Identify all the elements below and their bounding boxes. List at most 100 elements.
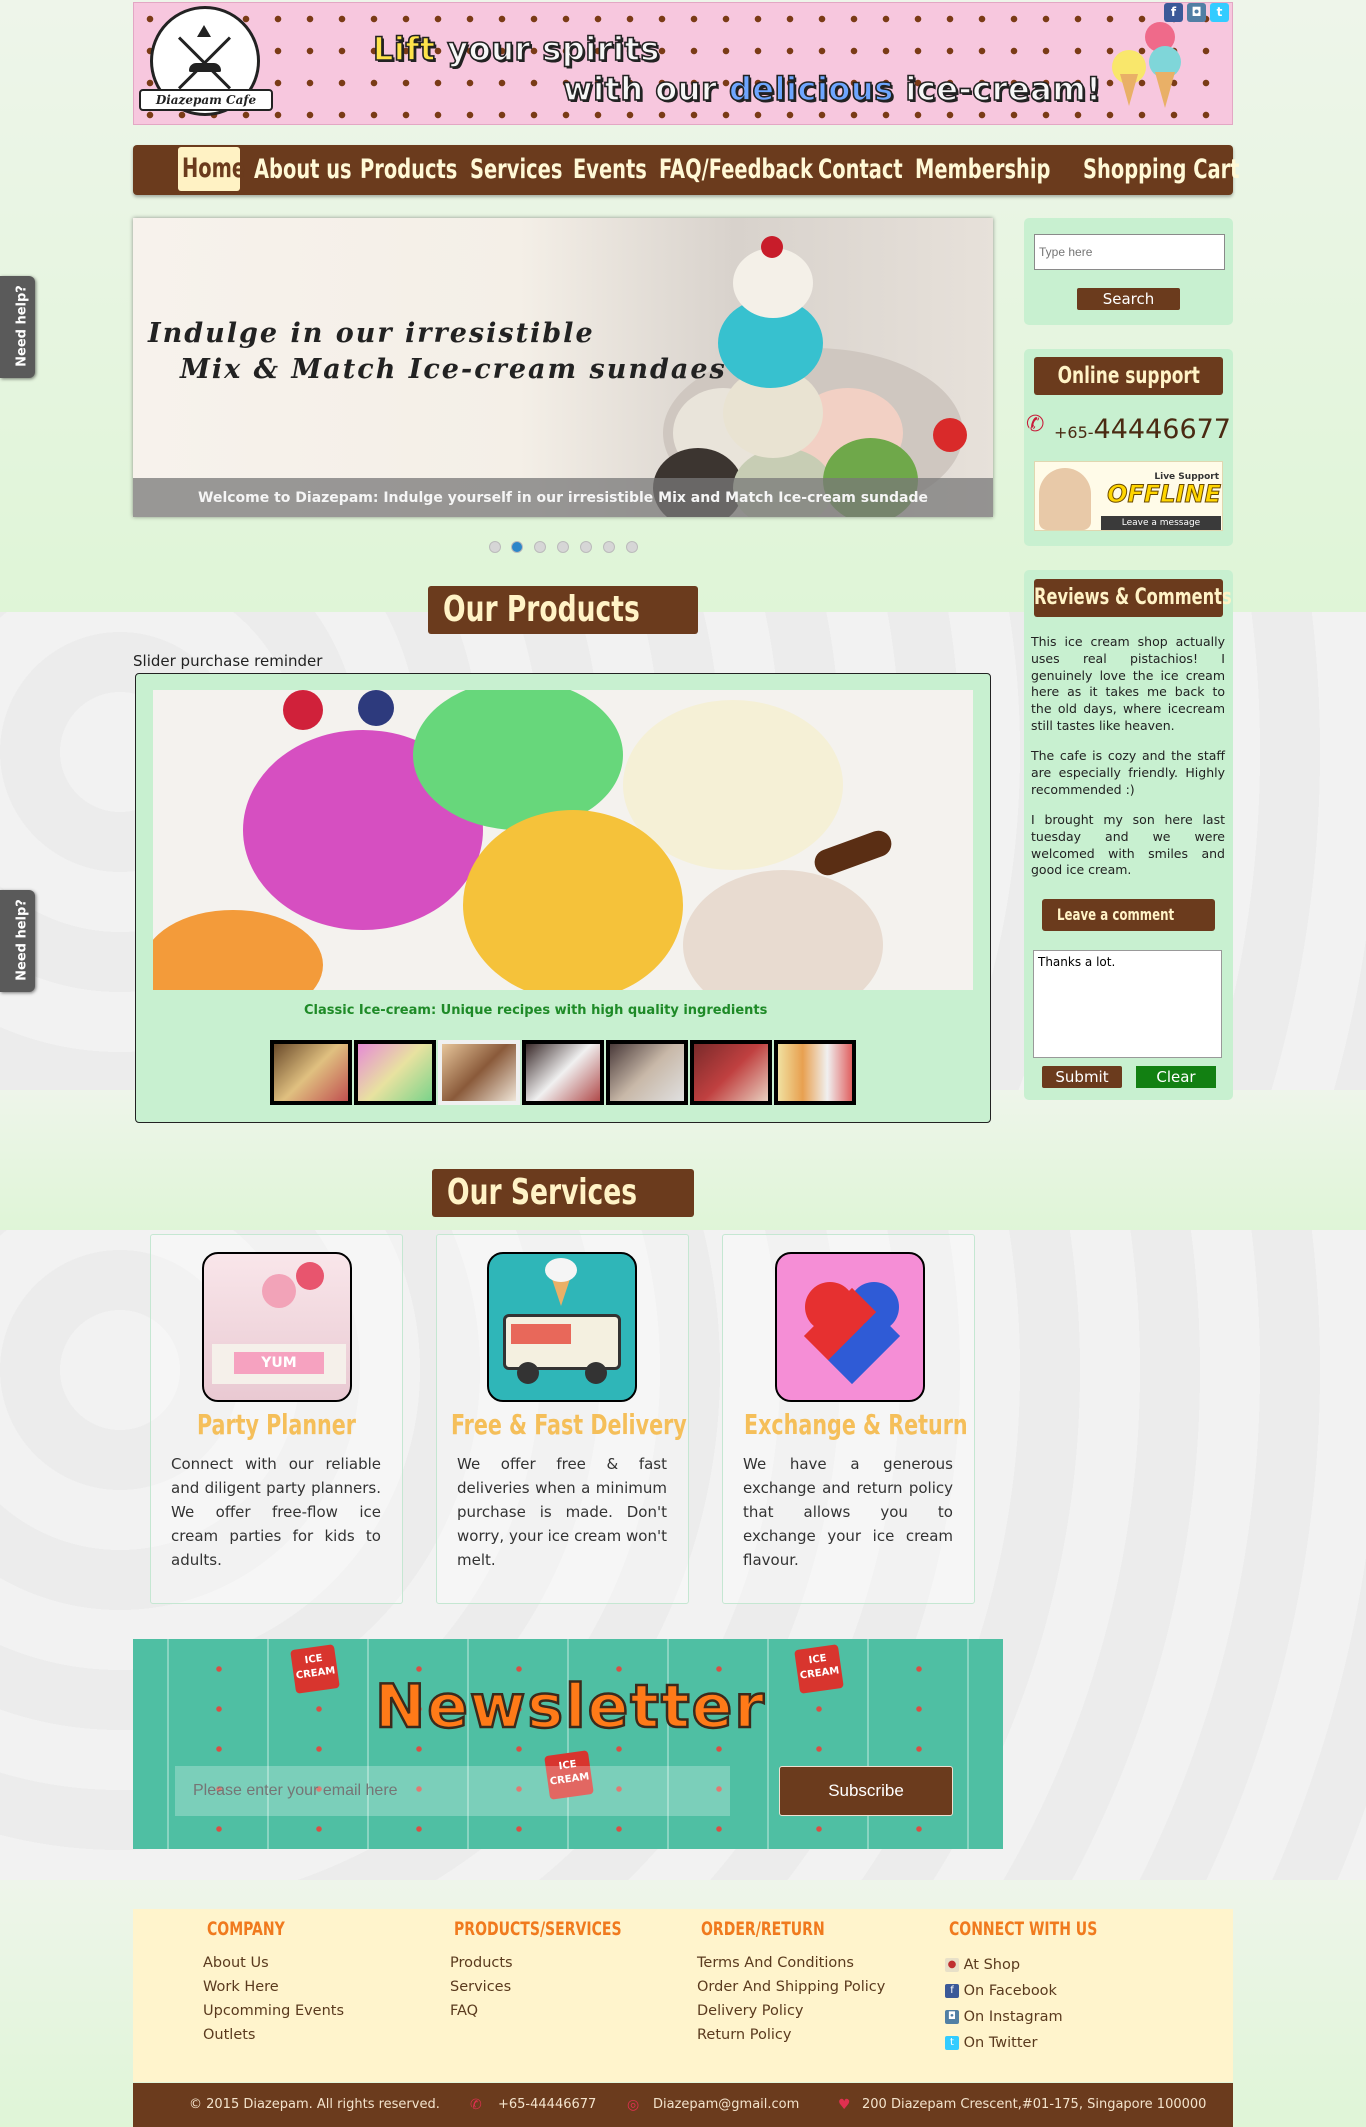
instagram-icon[interactable]: ◘ [1187, 3, 1206, 22]
need-help-tab-2[interactable]: Need help? [0, 890, 35, 992]
footer-heading-company: COMPANY [207, 1918, 285, 1940]
search-input[interactable] [1034, 234, 1225, 270]
whipped-cream [733, 248, 813, 318]
footer-link-terms[interactable]: Terms And Conditions [697, 1951, 854, 1975]
submit-comment-button[interactable]: Submit [1042, 1066, 1122, 1088]
raspberry [283, 690, 323, 730]
online-support-title: Online support [1034, 357, 1223, 395]
service-title-exchange: Exchange & Return [744, 1408, 968, 1441]
apricot [153, 910, 323, 990]
footer-phone-icon: ✆ [470, 2097, 482, 2113]
footer-link-products[interactable]: Products [450, 1951, 513, 1975]
slider-dot-1[interactable] [489, 541, 501, 553]
tagline-line-2: with our delicious ice-cream! [562, 69, 1102, 109]
products-caption: Classic Ice-cream: Unique recipes with h… [304, 1003, 768, 1018]
services-section-title: Our Services [432, 1169, 694, 1217]
twitter-icon[interactable]: t [1210, 3, 1229, 22]
footer-link-faq[interactable]: FAQ [450, 1999, 478, 2023]
ice-cream-sticker-1: ICE CREAM [290, 1644, 340, 1694]
exchange-heart-image [775, 1252, 925, 1402]
newsletter-email-input[interactable] [175, 1766, 730, 1816]
newsletter-panel: ICE CREAM ICE CREAM ICE CREAM [133, 1639, 1003, 1849]
footer-link-shipping[interactable]: Order And Shipping Policy [697, 1975, 885, 1999]
hero-headline-2: Mix & Match Ice-cream sundaes [180, 354, 727, 385]
products-slider-image[interactable] [153, 690, 973, 990]
product-thumbnail-5[interactable] [606, 1040, 688, 1105]
scoop-chocolate-chip [683, 870, 883, 990]
clear-comment-button[interactable]: Clear [1136, 1066, 1216, 1088]
service-title-delivery: Free & Fast Delivery [451, 1408, 687, 1441]
delivery-truck-image [487, 1252, 637, 1402]
service-text-exchange: We have a generous exchange and return p… [743, 1455, 953, 1569]
slider-dot-7[interactable] [626, 541, 638, 553]
footer-heading-products: PRODUCTS/SERVICES [454, 1918, 622, 1940]
ice-cream-sticker-2: ICE CREAM [794, 1644, 844, 1694]
brand-logo[interactable]: Diazepam Cafe [139, 6, 273, 116]
footer-link-work-here[interactable]: Work Here [203, 1975, 279, 1999]
need-help-tab[interactable]: Need help? [0, 276, 35, 378]
service-text-delivery: We offer free & fast deliveries when a m… [457, 1455, 667, 1569]
ice-cream-cone-icon [1145, 22, 1185, 110]
slider-dot-2[interactable] [511, 541, 523, 553]
review-1: This ice cream shop actually uses real p… [1031, 634, 1225, 733]
footer-link-at-shop[interactable]: ● At Shop [945, 1953, 1020, 1977]
footer-link-instagram[interactable]: ◘ On Instagram [945, 2005, 1063, 2029]
footer-link-return[interactable]: Return Policy [697, 2023, 791, 2047]
products-section-title: Our Products [428, 586, 698, 634]
slider-label: Slider purchase reminder [133, 652, 323, 670]
search-button[interactable]: Search [1077, 288, 1180, 310]
support-agent-image [1039, 468, 1091, 530]
footer-link-delivery[interactable]: Delivery Policy [697, 1999, 804, 2023]
service-text-party-planner: Connect with our reliable and diligent p… [171, 1455, 381, 1569]
footer-link-outlets[interactable]: Outlets [203, 2023, 255, 2047]
twitter-icon: t [945, 2036, 959, 2050]
nav-shopping-cart[interactable]: Shopping Cart [1083, 145, 1300, 195]
footer-heading-order: ORDER/RETURN [701, 1918, 825, 1940]
leave-comment-button[interactable]: Leave a comment [1042, 899, 1215, 931]
footer-location-icon: ♥ [838, 2097, 851, 2113]
product-thumbnail-4[interactable] [522, 1040, 604, 1105]
copyright: © 2015 Diazepam. All rights reserved. [189, 2097, 440, 2112]
hero-headline-1: Indulge in our irresistible [148, 318, 595, 349]
phone-icon: ✆ [1026, 412, 1045, 437]
subscribe-button[interactable]: Subscribe [779, 1766, 953, 1816]
badge-offline: OFFLINE [1107, 480, 1222, 509]
scoop-mint [413, 690, 623, 830]
footer-address: 200 Diazepam Crescent,#01-175, Singapore… [862, 2097, 1207, 2112]
logo-text: Diazepam Cafe [139, 89, 273, 111]
product-thumbnail-3[interactable] [438, 1040, 520, 1105]
nav-home[interactable]: Home [178, 147, 245, 191]
cherry [761, 236, 783, 258]
tagline-line-1: Lift your spirits [372, 29, 660, 69]
footer-link-services[interactable]: Services [450, 1975, 511, 1999]
comment-textarea[interactable]: Thanks a lot. [1033, 950, 1222, 1058]
review-2: The cafe is cozy and the staff are espec… [1031, 748, 1225, 797]
slider-dot-4[interactable] [557, 541, 569, 553]
heart-handshake-icon [803, 1282, 901, 1385]
footer-email[interactable]: Diazepam@gmail.com [653, 2083, 799, 2127]
footer-heading-connect: CONNECT WITH US [949, 1918, 1098, 1940]
cherry-side [933, 418, 967, 452]
service-title-party-planner: Party Planner [197, 1408, 356, 1441]
slider-dot-3[interactable] [534, 541, 546, 553]
product-thumbnail-6[interactable] [690, 1040, 772, 1105]
badge-leave-message: Leave a message [1101, 516, 1221, 530]
product-thumbnail-2[interactable] [354, 1040, 436, 1105]
product-thumbnail-7[interactable] [774, 1040, 856, 1105]
nav-membership[interactable]: Membership [915, 145, 1103, 195]
newsletter-title: Newsletter [374, 1671, 766, 1744]
slider-dot-5[interactable] [580, 541, 592, 553]
footer-link-about-us[interactable]: About Us [203, 1951, 269, 1975]
footer-link-facebook[interactable]: f On Facebook [945, 1979, 1057, 2003]
instagram-icon: ◘ [945, 2010, 959, 2024]
support-phone: +65-44446677 [1054, 414, 1231, 445]
facebook-icon[interactable]: f [1164, 3, 1183, 22]
blueberry [358, 690, 394, 726]
party-planner-image: YUM [202, 1252, 352, 1402]
slider-dot-6[interactable] [603, 541, 615, 553]
footer-link-twitter[interactable]: t On Twitter [945, 2031, 1037, 2055]
facebook-icon: f [945, 1984, 959, 1998]
live-support-badge[interactable]: Live Support OFFLINE Leave a message [1034, 461, 1223, 531]
footer-link-events[interactable]: Upcomming Events [203, 1999, 344, 2023]
product-thumbnail-1[interactable] [270, 1040, 352, 1105]
